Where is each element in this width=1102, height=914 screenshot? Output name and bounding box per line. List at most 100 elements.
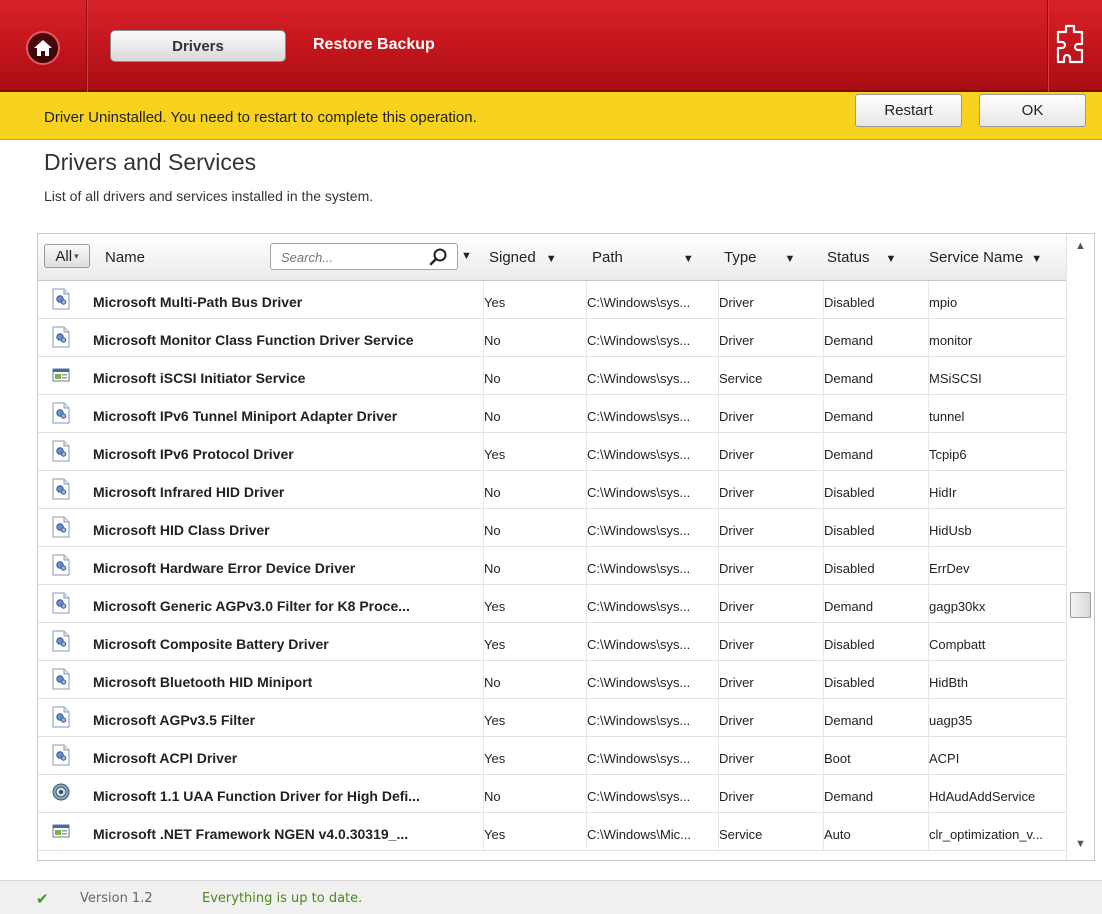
page-subtitle: List of all drivers and services install… [44,188,374,204]
cell-type: Driver [719,751,754,766]
checkmark-icon: ✔ [36,891,49,908]
table-row[interactable]: Microsoft Hardware Error Device Driver No… [38,547,1066,585]
cell-status: Demand [824,333,874,348]
cell-service: HidUsb [929,523,972,538]
table-row[interactable]: Microsoft 1.1 UAA Function Driver for Hi… [38,775,1066,813]
table-row[interactable]: Microsoft .NET Framework NGEN v4.0.30319… [38,813,1066,851]
cell-signed: Yes [484,447,506,462]
notification-bar: Driver Uninstalled. You need to restart … [0,92,1102,140]
search-field[interactable] [270,243,458,270]
header-divider [1047,0,1048,92]
cell-name: Microsoft iSCSI Initiator Service [93,370,306,386]
driver-icon [52,478,70,500]
chevron-down-icon[interactable]: ▼ [1031,253,1042,265]
column-name[interactable]: Name [105,249,145,266]
drivers-table: All▾ Name ▼ Signed▼ Path▼ Type▼ Status▼ … [37,233,1095,861]
scrollbar[interactable]: ▲ ▼ [1066,234,1094,860]
restart-button[interactable]: Restart [855,94,962,127]
table-row[interactable]: Microsoft Monitor Class Function Driver … [38,319,1066,357]
cell-signed: No [484,333,501,348]
chevron-down-icon[interactable]: ▼ [683,253,694,265]
cell-service: HdAudAddService [929,789,1036,804]
search-input[interactable] [281,248,421,266]
page-title: Drivers and Services [44,149,257,175]
cell-status: Disabled [824,675,875,690]
table-row[interactable]: Microsoft Bluetooth HID Miniport No C:\Win… [38,661,1066,699]
cell-name: Microsoft IPv6 Tunnel Miniport Adapter D… [93,408,398,424]
filter-dropdown[interactable]: All ▾ [44,244,90,268]
column-path[interactable]: Path ▼ [592,249,694,266]
chevron-down-icon[interactable]: ▼ [785,253,796,265]
column-status[interactable]: Status ▼ [827,249,896,266]
column-service-name[interactable]: Service Name ▼ [929,249,1042,266]
cell-service: HidIr [929,485,957,500]
driver-icon [52,706,70,728]
cell-service: gagp30kx [929,599,986,614]
driver-icon [52,630,70,652]
scroll-up-icon[interactable]: ▲ [1075,240,1086,252]
chevron-down-icon[interactable]: ▼ [886,253,897,265]
cell-signed: No [484,371,501,386]
cell-signed: No [484,485,501,500]
cell-path: C:\Windows\sys... [587,561,691,576]
scroll-thumb[interactable] [1070,592,1091,618]
header-divider [86,0,87,92]
driver-icon [52,668,70,690]
cell-name: Microsoft Composite Battery Driver [93,636,329,652]
cell-type: Driver [719,675,754,690]
scroll-down-icon[interactable]: ▼ [1075,838,1086,850]
table-row[interactable]: Microsoft HID Class Driver No C:\Windows\s… [38,509,1066,547]
table-row[interactable]: Microsoft IPv6 Protocol Driver Yes C:\Wind… [38,433,1066,471]
tab-drivers[interactable]: Drivers [110,30,286,62]
cell-status: Disabled [824,561,875,576]
cell-path: C:\Windows\sys... [587,751,691,766]
driver-icon [52,440,70,462]
service-icon [52,820,70,842]
cell-status: Disabled [824,523,875,538]
chevron-down-icon[interactable]: ▼ [546,253,557,265]
table-row[interactable]: Microsoft Composite Battery Driver Yes C:\… [38,623,1066,661]
cell-signed: Yes [484,827,506,842]
ok-button[interactable]: OK [979,94,1086,127]
cell-name: Microsoft IPv6 Protocol Driver [93,446,294,462]
cell-path: C:\Windows\sys... [587,485,691,500]
tab-restore-backup[interactable]: Restore Backup [313,36,435,54]
cell-path: C:\Windows\sys... [587,789,691,804]
column-signed[interactable]: Signed ▼ [489,249,557,266]
cell-status: Disabled [824,295,875,310]
cell-service: Compbatt [929,637,986,652]
home-button[interactable] [26,31,60,65]
cell-service: clr_optimization_v... [929,827,1043,842]
cell-signed: No [484,561,501,576]
cell-name: Microsoft ACPI Driver [93,750,238,766]
cell-name: Microsoft 1.1 UAA Function Driver for Hi… [93,788,420,804]
table-row[interactable]: Microsoft IPv6 Tunnel Miniport Adapter D… [38,395,1066,433]
home-icon [34,40,52,56]
top-bar: Drivers Restore Backup [0,0,1102,92]
audio-driver-icon [52,782,70,804]
cell-type: Driver [719,409,754,424]
chevron-down-icon[interactable]: ▼ [461,250,472,262]
cell-type: Driver [719,485,754,500]
cell-name: Microsoft Generic AGPv3.0 Filter for K8 … [93,598,410,614]
cell-signed: Yes [484,713,506,728]
cell-signed: Yes [484,295,506,310]
cell-type: Driver [719,637,754,652]
table-row[interactable]: Microsoft iSCSI Initiator Service No C:\Wi… [38,357,1066,395]
table-row[interactable]: Microsoft ACPI Driver Yes C:\Windows\sys..… [38,737,1066,775]
column-type[interactable]: Type ▼ [724,249,795,266]
cell-signed: No [484,523,501,538]
search-icon[interactable] [429,247,449,267]
table-row[interactable]: Microsoft Multi-Path Bus Driver Yes C:\Win… [38,281,1066,319]
driver-icon [52,402,70,424]
cell-service: tunnel [929,409,965,424]
cell-type: Driver [719,295,754,310]
table-row[interactable]: Microsoft AGPv3.5 Filter Yes C:\Windows\sy… [38,699,1066,737]
plugin-icon[interactable] [1054,24,1086,68]
cell-name: Microsoft Multi-Path Bus Driver [93,294,303,310]
status-footer: ✔ Version 1.2 Everything is up to date. [0,880,1102,914]
cell-signed: Yes [484,637,506,652]
cell-name: Microsoft Monitor Class Function Driver … [93,332,414,348]
table-row[interactable]: Microsoft Infrared HID Driver No C:\Window… [38,471,1066,509]
table-row[interactable]: Microsoft Generic AGPv3.0 Filter for K8 … [38,585,1066,623]
